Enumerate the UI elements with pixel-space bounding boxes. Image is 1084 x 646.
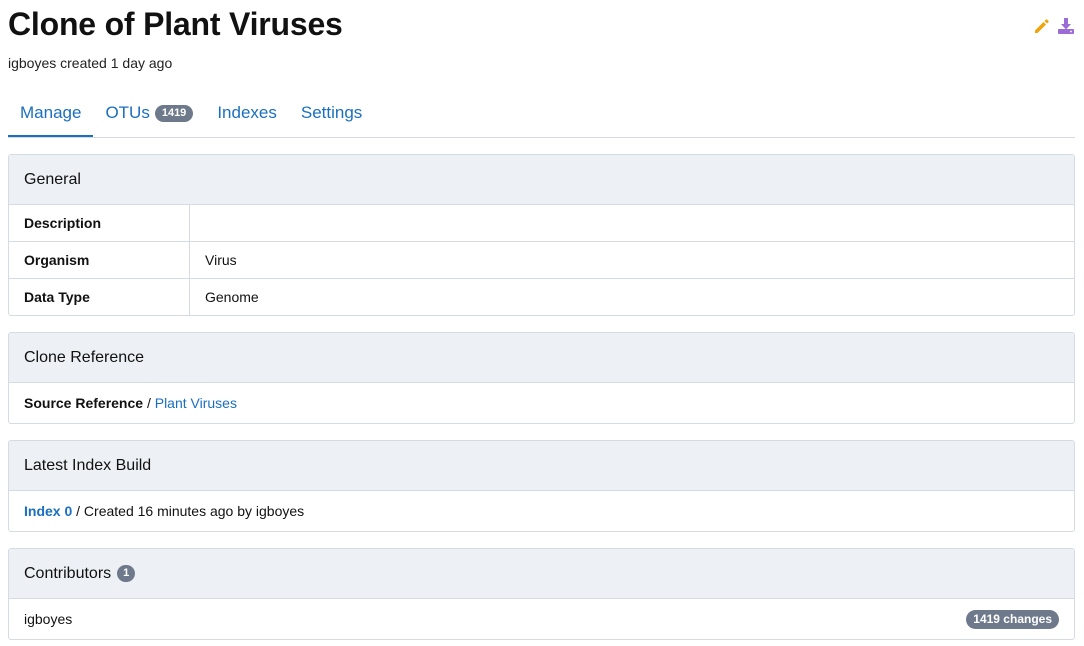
- panel-title-wrapper: Contributors 1: [9, 549, 1074, 599]
- pencil-icon[interactable]: [1033, 17, 1051, 35]
- row-value: Virus: [189, 241, 1074, 279]
- changes-badge: 1419 changes: [966, 609, 1059, 629]
- panel-title: Contributors: [24, 564, 112, 582]
- clone-reference-panel: Clone Reference Source Reference / Plant…: [8, 332, 1075, 424]
- source-reference-label: Source Reference: [24, 395, 144, 411]
- row-key: Data Type: [9, 278, 190, 315]
- source-reference-row: Source Reference / Plant Viruses: [9, 383, 1074, 423]
- contributor-name: igboyes: [24, 611, 73, 627]
- tab-label: Indexes: [217, 103, 277, 122]
- latest-index-panel: Latest Index Build Index 0 / Created 16 …: [8, 440, 1075, 532]
- tab-manage[interactable]: Manage: [8, 90, 94, 137]
- index-link[interactable]: Index 0: [24, 503, 72, 519]
- page-header: Clone of Plant Viruses igboyes created 1…: [8, 0, 1075, 90]
- download-icon[interactable]: [1057, 17, 1075, 35]
- list-item: igboyes 1419 changes: [9, 599, 1074, 639]
- tab-indexes[interactable]: Indexes: [205, 90, 289, 136]
- contributors-count-badge: 1: [117, 565, 136, 582]
- panel-title: General: [9, 155, 1074, 205]
- row-key: Organism: [9, 241, 190, 279]
- table-row: Description: [9, 205, 1074, 242]
- contributors-panel: Contributors 1 igboyes 1419 changes: [8, 548, 1075, 640]
- tab-label: Settings: [300, 103, 363, 122]
- index-info: / Created 16 minutes ago by igboyes: [72, 503, 305, 519]
- tab-label: OTUs: [105, 103, 150, 122]
- source-reference-link[interactable]: Plant Viruses: [155, 395, 237, 411]
- table-row: Data Type Genome: [9, 278, 1074, 315]
- tab-settings[interactable]: Settings: [289, 90, 374, 136]
- general-panel: General Description Organism Virus Data …: [8, 154, 1075, 316]
- tab-otus[interactable]: OTUs 1419: [93, 90, 205, 136]
- panel-title: Latest Index Build: [9, 441, 1074, 491]
- latest-index-row: Index 0 / Created 16 minutes ago by igbo…: [9, 491, 1074, 531]
- row-key: Description: [9, 205, 190, 242]
- reference-page: Clone of Plant Viruses igboyes created 1…: [0, 0, 1084, 640]
- table-row: Organism Virus: [9, 241, 1074, 279]
- general-table: Description Organism Virus Data Type Gen…: [9, 205, 1074, 315]
- row-value: [190, 205, 1075, 242]
- page-title: Clone of Plant Viruses: [8, 6, 343, 42]
- page-subtitle: igboyes created 1 day ago: [8, 55, 173, 71]
- tab-label: Manage: [20, 102, 82, 122]
- header-actions: [1033, 17, 1075, 35]
- separator: /: [143, 395, 155, 411]
- otu-count-badge: 1419: [154, 104, 194, 122]
- tab-bar: Manage OTUs 1419 Indexes Settings: [8, 90, 1075, 138]
- row-value: Genome: [189, 278, 1074, 315]
- panel-title: Clone Reference: [9, 333, 1074, 383]
